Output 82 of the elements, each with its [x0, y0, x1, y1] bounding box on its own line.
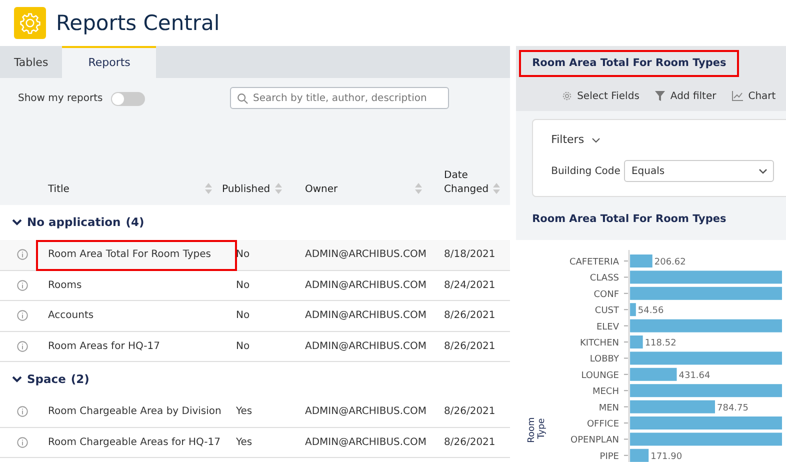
group-count: (2) — [70, 370, 90, 388]
filter-icon — [655, 91, 666, 101]
table-cell-text: 8/26/2021 — [444, 309, 496, 323]
category-label: LOBBY — [590, 354, 620, 364]
column-header[interactable]: Owner — [305, 183, 338, 197]
category-label: PIPE — [600, 452, 620, 462]
table-cell-text: Yes — [236, 405, 252, 419]
info-icon — [17, 436, 28, 448]
sort-icon — [415, 183, 422, 194]
table-cell-text: No — [236, 248, 250, 262]
table-cell-text: No — [236, 340, 250, 354]
group-count: (4) — [126, 214, 144, 231]
category-label: CAFETERIA — [570, 257, 620, 268]
data-label: 206.62 — [654, 257, 686, 268]
chart-title: Room Area Total For Room Types — [531, 212, 728, 227]
category-label: OFFICE — [587, 419, 620, 430]
column-header[interactable]: Published — [222, 183, 270, 197]
report-title[interactable]: Accounts — [48, 301, 94, 331]
table-cell-text: 8/26/2021 — [444, 405, 496, 419]
sort-icon — [493, 183, 500, 194]
column-header[interactable]: Title — [48, 183, 70, 197]
toolbar-button[interactable]: Chart — [732, 88, 776, 104]
table-cell-text: No — [236, 309, 250, 323]
tab[interactable]: Reports — [62, 46, 156, 78]
category-label: ELEV — [596, 322, 620, 332]
table-cell-text: ADMIN@ARCHIBUS.COM — [305, 436, 427, 450]
table-cell-text: ADMIN@ARCHIBUS.COM — [305, 340, 427, 354]
report-title[interactable]: Room Areas for HQ-17 — [48, 332, 160, 362]
table-cell-text: 8/24/2021 — [444, 278, 496, 292]
info-icon — [17, 340, 28, 352]
operator-select[interactable]: Equals — [624, 160, 774, 182]
data-label: 54.56 — [638, 306, 664, 316]
table-cell-text: Yes — [236, 436, 252, 450]
group-name[interactable]: No application — [27, 214, 121, 232]
report-title[interactable]: Room Chargeable Areas for HQ-17 — [48, 428, 220, 458]
category-label: LOUNGE — [581, 370, 620, 381]
report-title[interactable]: Rooms — [48, 270, 82, 300]
info-icon — [17, 406, 28, 417]
search-icon — [237, 92, 248, 104]
report-title: Room Area Total For Room Types — [520, 50, 738, 76]
category-label: CUST — [594, 306, 620, 316]
category-label: CLASS — [590, 273, 620, 284]
search-field[interactable]: Search by title, author, description — [230, 87, 449, 109]
gear-icon — [562, 91, 572, 101]
table-cell-text: 8/26/2021 — [444, 340, 496, 354]
table-cell-text: ADMIN@ARCHIBUS.COM — [305, 405, 427, 419]
data-label: 431.64 — [678, 370, 710, 381]
info-icon — [17, 310, 28, 321]
data-label: 784.75 — [717, 403, 749, 414]
group-name[interactable]: Space — [27, 370, 66, 388]
app-title: Reports Central — [56, 12, 220, 34]
info-icon — [17, 249, 28, 260]
table-cell-text: 8/26/2021 — [444, 436, 496, 450]
table-cell-text: No — [236, 278, 250, 292]
table-cell-text: ADMIN@ARCHIBUS.COM — [305, 309, 427, 323]
field-label: Building Code — [551, 164, 620, 178]
data-label: 171.90 — [650, 452, 682, 462]
report-title[interactable]: Room Area Total For Room Types — [36, 240, 237, 271]
toolbar-button[interactable]: Select Fields — [562, 88, 640, 104]
toggle-switch[interactable] — [110, 92, 145, 106]
axis-title: Room Type — [527, 416, 548, 443]
category-label: OPENPLAN — [570, 435, 620, 446]
table-cell-text: ADMIN@ARCHIBUS.COM — [305, 278, 427, 292]
category-label: MECH — [592, 386, 620, 397]
sort-icon — [275, 183, 282, 194]
category-label: MEN — [598, 403, 620, 414]
gear-icon — [19, 12, 41, 34]
filters-label: Filters — [551, 132, 584, 148]
toggle-label: Show my reports — [18, 92, 103, 106]
category-label: KITCHEN — [580, 338, 620, 348]
table-cell-text: 8/18/2021 — [444, 248, 496, 262]
tab[interactable]: Tables — [0, 46, 62, 78]
line-chart-icon — [732, 91, 744, 101]
caret-icon — [759, 168, 768, 174]
category-label: CONF — [594, 290, 620, 300]
chevron-icon — [592, 138, 600, 142]
toolbar-button[interactable]: Add filter — [655, 88, 716, 104]
sort-icon — [205, 183, 212, 194]
data-label: 118.52 — [644, 338, 676, 348]
table-cell-text: ADMIN@ARCHIBUS.COM — [305, 248, 427, 262]
report-title[interactable]: Room Chargeable Area by Division — [48, 397, 222, 427]
info-icon — [17, 280, 28, 290]
